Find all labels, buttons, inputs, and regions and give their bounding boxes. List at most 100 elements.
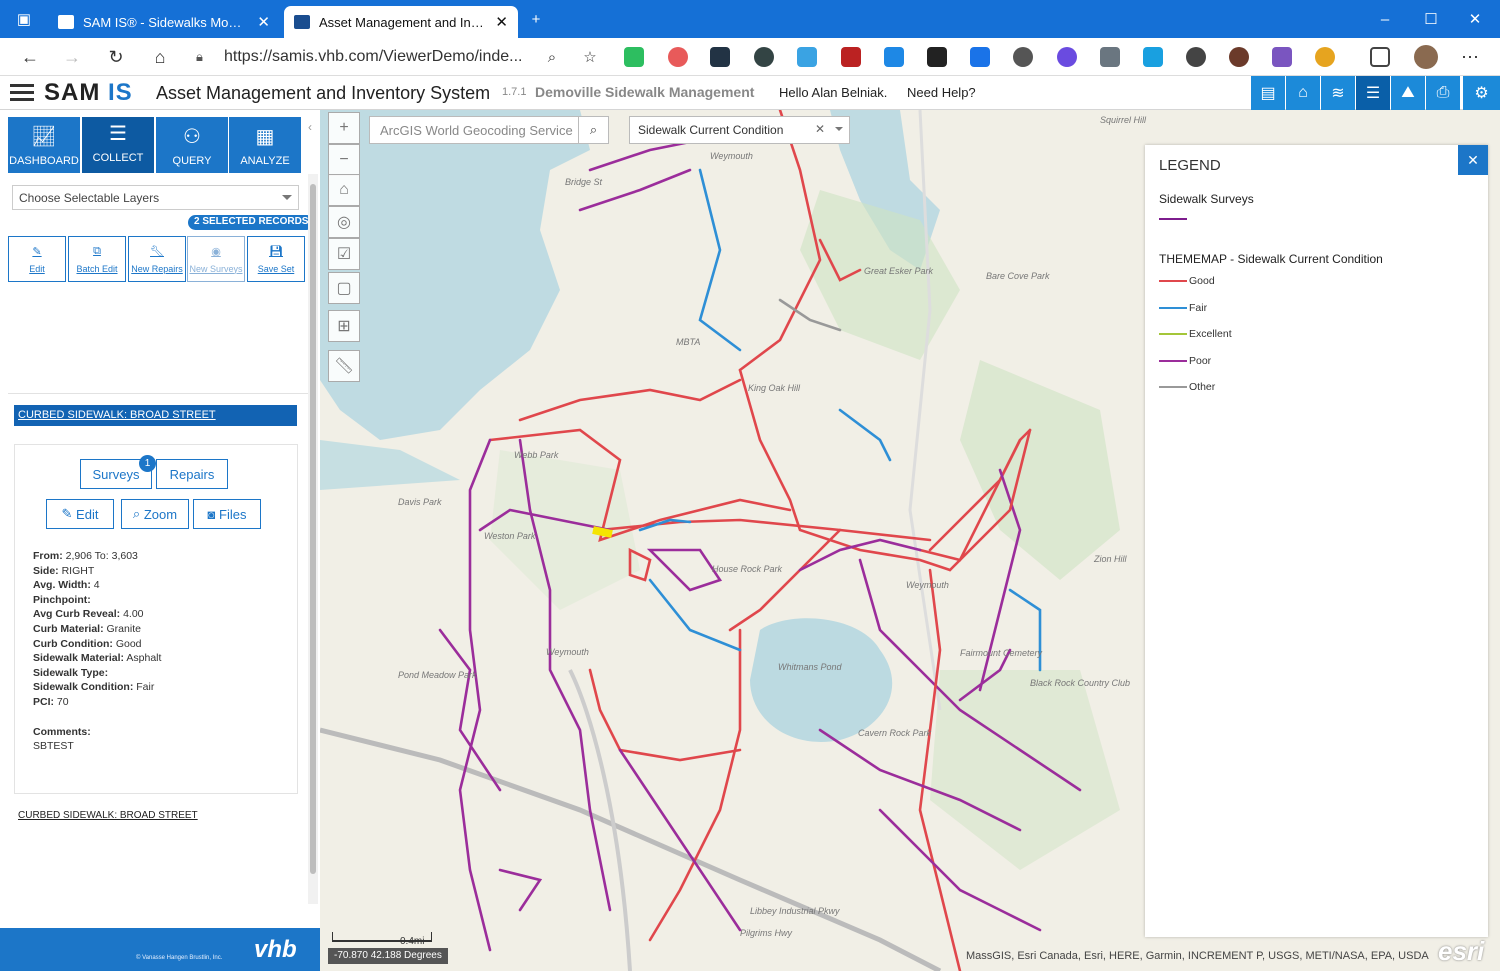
collect-button[interactable]: ☰ COLLECT [82,117,154,173]
address-bar[interactable]: 🔒︎ https://samis.vhb.com/ViewerDemo/inde… [196,42,592,72]
home-icon[interactable]: ⌂ [146,43,174,71]
buffer-extension-icon[interactable] [927,47,947,67]
attribute-list: From: 2,906 To: 3,603 Side: RIGHT Avg. Wid… [33,549,161,754]
close-tab-icon[interactable]: ✕ [495,13,508,31]
settings-tool-icon[interactable]: ⚙ [1463,76,1500,110]
back-icon[interactable]: ← [16,43,44,71]
edit-record-button[interactable]: ✎ Edit [46,499,114,529]
extension-icon[interactable] [970,47,990,67]
legend-surveys-swatch [1159,218,1187,220]
query-button[interactable]: ⚇ QUERY [156,117,228,173]
map-label: Weston Park [484,531,536,541]
extension-icon[interactable] [754,47,774,67]
analyze-button[interactable]: ▦ ANALYZE [229,117,301,173]
browser-tab-asset-management[interactable]: Asset Management and Inventor ✕ [284,6,518,38]
report-tool-icon[interactable]: ▤ [1251,76,1285,110]
zoom-in-button[interactable]: + [328,112,360,144]
zoom-out-button[interactable]: − [328,144,360,176]
profile-avatar[interactable] [1414,45,1438,69]
clear-icon[interactable]: ✕ [815,122,825,136]
minimize-button[interactable]: – [1362,0,1408,38]
select-tool-icon[interactable]: ☑ [328,238,360,270]
edit-action-button[interactable]: ✎ Edit [8,236,66,282]
extension-icon[interactable] [1229,47,1249,67]
park-area [960,360,1120,580]
evernote-extension-icon[interactable] [624,47,644,67]
layers-tool-icon[interactable]: ≋ [1321,76,1355,110]
legend-item: Other [1159,380,1215,394]
attribute-value: Asphalt [126,652,162,665]
home-extent-icon[interactable]: ⌂ [328,174,360,206]
sidewalk-segment [838,408,892,462]
batch-edit-action-button[interactable]: ⧉ Batch Edit [68,236,126,282]
grid-tool-icon[interactable]: ⊞ [328,310,360,342]
extension-icon[interactable] [1272,47,1292,67]
close-tab-icon[interactable]: ✕ [257,13,270,31]
sidewalk-segment [458,438,492,952]
measure-icon[interactable]: 📏︎ [328,350,360,382]
tab-actions-icon[interactable]: ▣ [4,0,44,38]
extension-icon[interactable] [1315,47,1335,67]
close-legend-button[interactable]: ✕ [1458,145,1488,175]
legend-swatch [1159,359,1187,362]
samis-favicon-icon [294,15,310,29]
extension-icon[interactable] [841,47,861,67]
extension-icon[interactable] [1057,47,1077,67]
layer-select-dropdown[interactable]: Sidewalk Current Condition ✕ [629,116,850,144]
collections-icon[interactable] [1370,47,1390,67]
attribute-value: Good [115,637,142,650]
dropbox-extension-icon[interactable] [1100,47,1120,67]
sidewalk-segment [648,578,742,652]
library-extension-icon[interactable] [710,47,730,67]
save-set-action-button[interactable]: 💾︎ Save Set [247,236,305,282]
draw-rectangle-icon[interactable]: ▢ [328,272,360,304]
pocket-extension-icon[interactable] [668,47,688,67]
reload-icon[interactable]: ↻ [102,43,130,71]
collapse-sidebar-icon[interactable]: ‹ [308,120,312,134]
skype-extension-icon[interactable] [884,47,904,67]
extension-icon[interactable] [797,47,817,67]
help-link[interactable]: Need Help? [907,85,976,100]
legend-tool-icon[interactable]: ☰ [1356,76,1390,110]
browser-tab-sidewalks[interactable]: SAM IS® - Sidewalks Module ✕ [48,6,280,38]
map-label: Weymouth [710,151,753,161]
record-title-link[interactable]: CURBED SIDEWALK: BROAD STREET [14,405,297,426]
info-extension-icon[interactable] [1013,47,1033,67]
geocoding-search-input[interactable]: ArcGIS World Geocoding Service ⌕ [369,116,609,144]
locate-icon[interactable]: ◎ [328,206,360,238]
zoom-record-button[interactable]: ⌕ Zoom [121,499,189,529]
new-tab-button[interactable]: + [518,0,554,38]
print-tool-icon[interactable]: ⎙ [1426,76,1460,110]
map-label: Pond Meadow Park [398,670,477,680]
attribute-row: Pinchpoint: [33,593,161,608]
edit-icon: ✎ [32,245,42,258]
legend-panel: LEGEND ✕ Sidewalk Surveys THEMEMAP - Sid… [1145,145,1488,937]
dashboard-button[interactable]: 📈︎ DASHBOARD [8,117,80,173]
home-tool-icon[interactable]: ⌂ [1286,76,1320,110]
extension-icon[interactable] [1186,47,1206,67]
basemap-tool-icon[interactable]: ⛰︎ [1391,76,1425,110]
new-surveys-action-button[interactable]: ◉ New Surveys [187,236,245,282]
files-record-button[interactable]: ◙ Files [193,499,261,529]
search-icon[interactable]: ⌕ [578,117,608,143]
play-extension-icon[interactable] [1143,47,1163,67]
legend-item: Fair [1159,301,1207,315]
new-repairs-action-button[interactable]: 🔧︎ New Repairs [128,236,186,282]
repairs-tab[interactable]: Repairs [156,459,228,489]
sidebar-scrollbar[interactable] [308,174,318,904]
map-attribution: MassGIS, Esri Canada, Esri, HERE, Garmin… [966,950,1429,962]
more-icon[interactable]: ⋯ [1456,43,1484,71]
favorite-icon[interactable]: ☆ [576,43,604,71]
zoom-icon[interactable]: ⌕ [538,43,566,71]
hamburger-menu-icon[interactable] [10,84,34,102]
selectable-layers-dropdown[interactable]: Choose Selectable Layers [12,185,299,210]
close-window-button[interactable]: ✕ [1452,0,1498,38]
forward-icon[interactable]: → [58,43,86,71]
attribute-row: Side: RIGHT [33,564,161,579]
chevron-down-icon[interactable] [835,127,843,135]
record-footer-link[interactable]: CURBED SIDEWALK: BROAD STREET [18,810,198,821]
maximize-button[interactable]: ☐ [1408,0,1454,38]
samis-favicon-icon [58,15,74,29]
selected-sidewalk-highlight [592,526,613,538]
map-view[interactable]: Weymouth Bridge St Great Esker Park Bare… [320,110,1500,971]
